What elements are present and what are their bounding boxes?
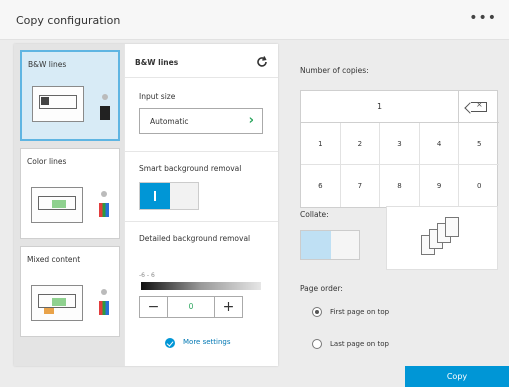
collate-toggle[interactable] [300,230,360,260]
bw-lines-thumbnail-icon [32,86,84,122]
radio-last-page-on-top[interactable]: Last page on top [312,338,472,352]
chevron-right-icon: › [248,113,254,128]
collate-label: Collate: [300,210,329,219]
color-lines-thumbnail-icon [31,187,83,223]
preset-label: B&W lines [28,60,67,69]
settings-title: B&W lines [135,58,179,67]
more-options-icon[interactable]: ••• [469,10,497,26]
detailed-bg-section: Detailed background removal -6 - 6 − 0 + [125,222,278,330]
smart-bg-section: Smart background removal [125,152,278,222]
page-title: Copy configuration [16,14,121,27]
smart-bg-label: Smart background removal [139,164,242,173]
detailed-bg-stepper: − 0 + [139,296,243,318]
preset-color-lines[interactable]: Color lines [20,148,120,239]
collate-illustration-icon [386,206,498,270]
key-7[interactable]: 7 [341,165,381,207]
more-settings-label: More settings [183,338,231,346]
radio-icon [312,339,322,349]
radio-icon [312,307,322,317]
preset-label: Color lines [27,157,67,166]
preset-settings: B&W lines Input size Automatic › Smart b… [124,44,278,366]
preset-list: B&W lines Color lines Mixed content [14,44,124,366]
configuration-panel: B&W lines Color lines Mixed content B&W … [14,44,278,366]
key-4[interactable]: 4 [419,123,460,165]
radio-label: Last page on top [330,340,389,348]
key-6[interactable]: 6 [301,165,341,207]
key-1[interactable]: 1 [301,123,341,165]
input-size-value: Automatic [150,117,189,126]
preset-bw-lines[interactable]: B&W lines [20,50,120,141]
key-5[interactable]: 5 [459,123,499,165]
black-ink-icon [100,94,110,124]
decrement-button[interactable]: − [140,297,168,317]
backspace-button[interactable] [459,91,499,123]
toggle-on-indicator [301,231,331,259]
key-9[interactable]: 9 [420,165,460,207]
radio-first-page-on-top[interactable]: First page on top [312,306,472,320]
copy-button[interactable]: Copy [405,366,509,387]
key-2[interactable]: 2 [340,123,381,165]
detailed-bg-label: Detailed background removal [139,234,251,243]
preset-mixed-content[interactable]: Mixed content [20,246,120,337]
background-gradient-bar [141,282,261,290]
input-size-label: Input size [139,92,176,101]
preset-label: Mixed content [27,255,81,264]
color-ink-icon [99,289,109,319]
key-3[interactable]: 3 [380,123,420,165]
copies-display[interactable]: 1 [301,91,459,123]
toggle-on-indicator [140,183,170,209]
copies-label: Number of copies: [300,66,369,75]
increment-button[interactable]: + [214,297,242,317]
key-0[interactable]: 0 [459,165,499,207]
settings-header: B&W lines [125,44,278,78]
radio-label: First page on top [330,308,390,316]
copies-keypad: 1 1 2 3 4 5 6 7 8 9 0 [300,90,499,208]
input-size-section: Input size Automatic › [125,78,278,152]
input-size-dropdown[interactable]: Automatic › [139,108,263,134]
copy-options: Number of copies: 1 1 2 3 4 5 6 7 8 9 0 … [282,44,509,366]
smart-bg-toggle[interactable] [139,182,199,210]
mixed-content-thumbnail-icon [31,285,83,321]
reset-icon[interactable] [255,55,269,69]
page-order-label: Page order: [300,284,343,293]
stepper-value: 0 [188,302,194,311]
title-bar: Copy configuration ••• [0,0,509,40]
color-ink-icon [99,191,109,221]
key-8[interactable]: 8 [380,165,420,207]
checkmark-circle-icon [165,338,175,348]
backspace-icon [471,100,487,112]
detailed-bg-range: -6 - 6 [139,272,155,279]
